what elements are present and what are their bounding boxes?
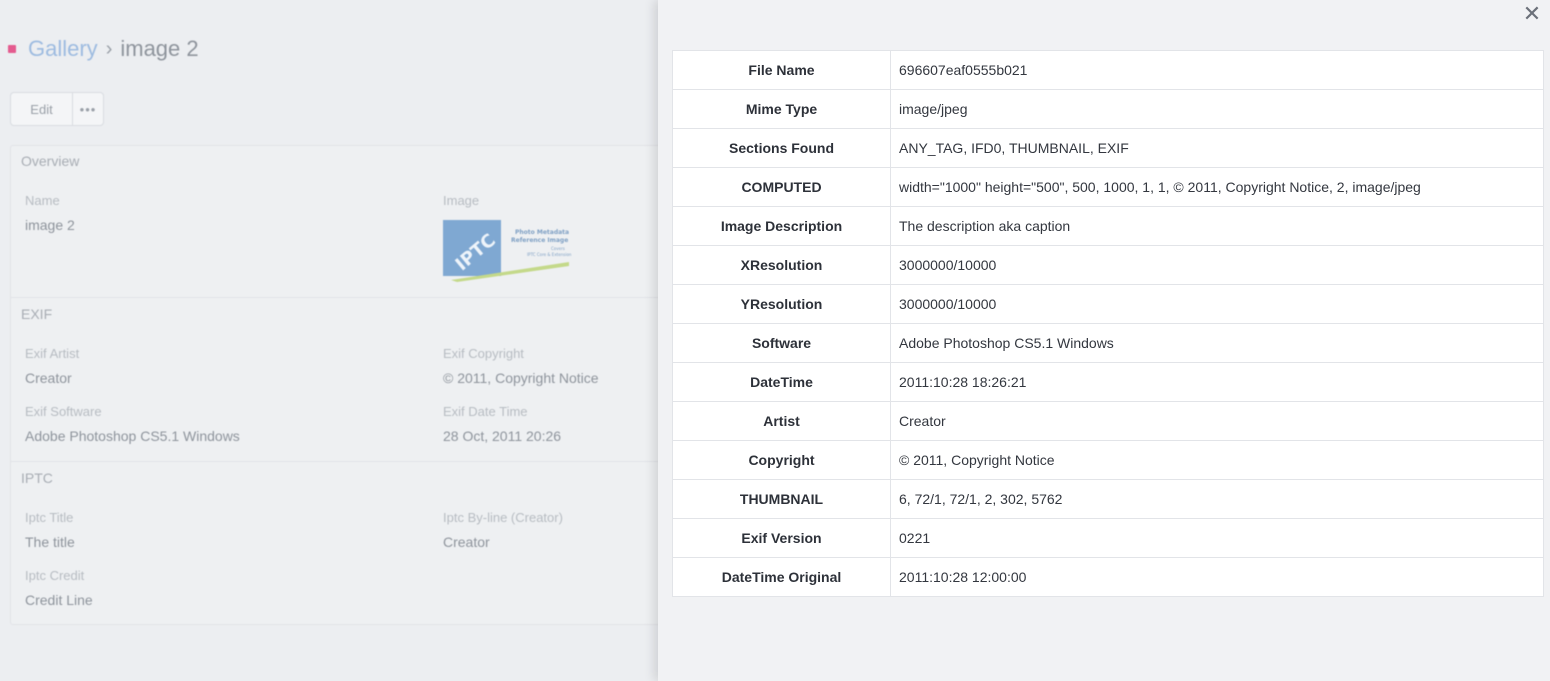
table-row: DateTime Original 2011:10:28 12:00:00 (672, 557, 1544, 597)
iptc-credit-label: Iptc Credit (25, 568, 85, 583)
iptc-byline-label: Iptc By-line (Creator) (443, 510, 563, 525)
image-label: Image (443, 193, 480, 208)
metadata-key: Artist (672, 401, 891, 441)
metadata-value: Creator (890, 401, 1544, 441)
metadata-value: 6, 72/1, 72/1, 2, 302, 5762 (890, 479, 1544, 519)
metadata-key: Mime Type (672, 89, 891, 129)
page-title: image 2 (120, 36, 199, 61)
name-value: image 2 (25, 217, 75, 233)
edit-button[interactable]: Edit (11, 93, 73, 125)
metadata-key: DateTime (672, 362, 891, 402)
metadata-value: © 2011, Copyright Notice (890, 440, 1544, 480)
table-row: Software Adobe Photoshop CS5.1 Windows (672, 323, 1544, 363)
metadata-key: YResolution (672, 284, 891, 324)
metadata-slideover-panel: ✕ File Name 696607eaf0555b021 Mime Type ima… (658, 0, 1550, 681)
metadata-value: 2011:10:28 18:26:21 (890, 362, 1544, 402)
image-thumbnail[interactable]: IPTC Photo Metadata Reference Image Cove… (443, 216, 573, 282)
metadata-value: image/jpeg (890, 89, 1544, 129)
table-row: Artist Creator (672, 401, 1544, 441)
table-row: Image Description The description aka cap… (672, 206, 1544, 246)
thumb-line1: Photo Metadata (515, 229, 569, 236)
table-row: COMPUTED width="1000" height="500", 500, … (672, 167, 1544, 207)
more-actions-button[interactable]: ••• (73, 93, 103, 125)
table-row: Copyright © 2011, Copyright Notice (672, 440, 1544, 480)
detail-card: Overview Name image 2 Image IPTC Photo M… (10, 145, 671, 625)
breadcrumb: Gallery › image 2 (8, 36, 199, 62)
iptc-title-value: The title (25, 534, 75, 550)
metadata-value: ANY_TAG, IFD0, THUMBNAIL, EXIF (890, 128, 1544, 168)
metadata-key: Software (672, 323, 891, 363)
exif-copyright-label: Exif Copyright (443, 346, 524, 361)
thumb-line2: Reference Image (511, 237, 568, 244)
table-row: XResolution 3000000/10000 (672, 245, 1544, 285)
metadata-key: File Name (672, 50, 891, 90)
metadata-key: Exif Version (672, 518, 891, 558)
thumb-line4: IPTC Core & Extension (527, 252, 572, 257)
action-button-group: Edit ••• (10, 92, 104, 126)
iptc-section-title: IPTC (21, 470, 53, 486)
exif-datetime-value: 28 Oct, 2011 20:26 (443, 428, 562, 444)
metadata-value: 696607eaf0555b021 (890, 50, 1544, 90)
metadata-value: 3000000/10000 (890, 284, 1544, 324)
iptc-credit-value: Credit Line (25, 592, 93, 608)
exif-artist-value: Creator (25, 370, 72, 386)
table-row: THUMBNAIL 6, 72/1, 72/1, 2, 302, 5762 (672, 479, 1544, 519)
metadata-value: 2011:10:28 12:00:00 (890, 557, 1544, 597)
metadata-value: 0221 (890, 518, 1544, 558)
close-icon[interactable]: ✕ (1520, 2, 1544, 26)
breadcrumb-separator: › (105, 37, 113, 60)
iptc-byline-value: Creator (443, 534, 490, 550)
app-badge-icon (8, 45, 16, 53)
exif-copyright-value: © 2011, Copyright Notice (443, 370, 599, 386)
exif-artist-label: Exif Artist (25, 346, 80, 361)
table-row: YResolution 3000000/10000 (672, 284, 1544, 324)
metadata-value: The description aka caption (890, 206, 1544, 246)
metadata-key: XResolution (672, 245, 891, 285)
exif-software-label: Exif Software (25, 404, 102, 419)
thumb-line3: Covers (551, 246, 565, 251)
table-row: Mime Type image/jpeg (672, 89, 1544, 129)
metadata-value: 3000000/10000 (890, 245, 1544, 285)
metadata-value: width="1000" height="500", 500, 1000, 1,… (890, 167, 1544, 207)
overview-section-title: Overview (21, 153, 80, 169)
metadata-key: THUMBNAIL (672, 479, 891, 519)
table-row: DateTime 2011:10:28 18:26:21 (672, 362, 1544, 402)
iptc-title-label: Iptc Title (25, 510, 74, 525)
table-row: Sections Found ANY_TAG, IFD0, THUMBNAIL, … (672, 128, 1544, 168)
metadata-value: Adobe Photoshop CS5.1 Windows (890, 323, 1544, 363)
metadata-key: Sections Found (672, 128, 891, 168)
metadata-table: File Name 696607eaf0555b021 Mime Type image… (672, 50, 1544, 597)
table-row: Exif Version 0221 (672, 518, 1544, 558)
exif-datetime-label: Exif Date Time (443, 404, 528, 419)
exif-section-title: EXIF (21, 306, 53, 322)
metadata-key: DateTime Original (672, 557, 891, 597)
metadata-key: Image Description (672, 206, 891, 246)
metadata-key: Copyright (672, 440, 891, 480)
table-row: File Name 696607eaf0555b021 (672, 50, 1544, 90)
breadcrumb-gallery-link[interactable]: Gallery (28, 36, 98, 62)
metadata-key: COMPUTED (672, 167, 891, 207)
name-label: Name (25, 193, 60, 208)
exif-software-value: Adobe Photoshop CS5.1 Windows (25, 428, 240, 444)
